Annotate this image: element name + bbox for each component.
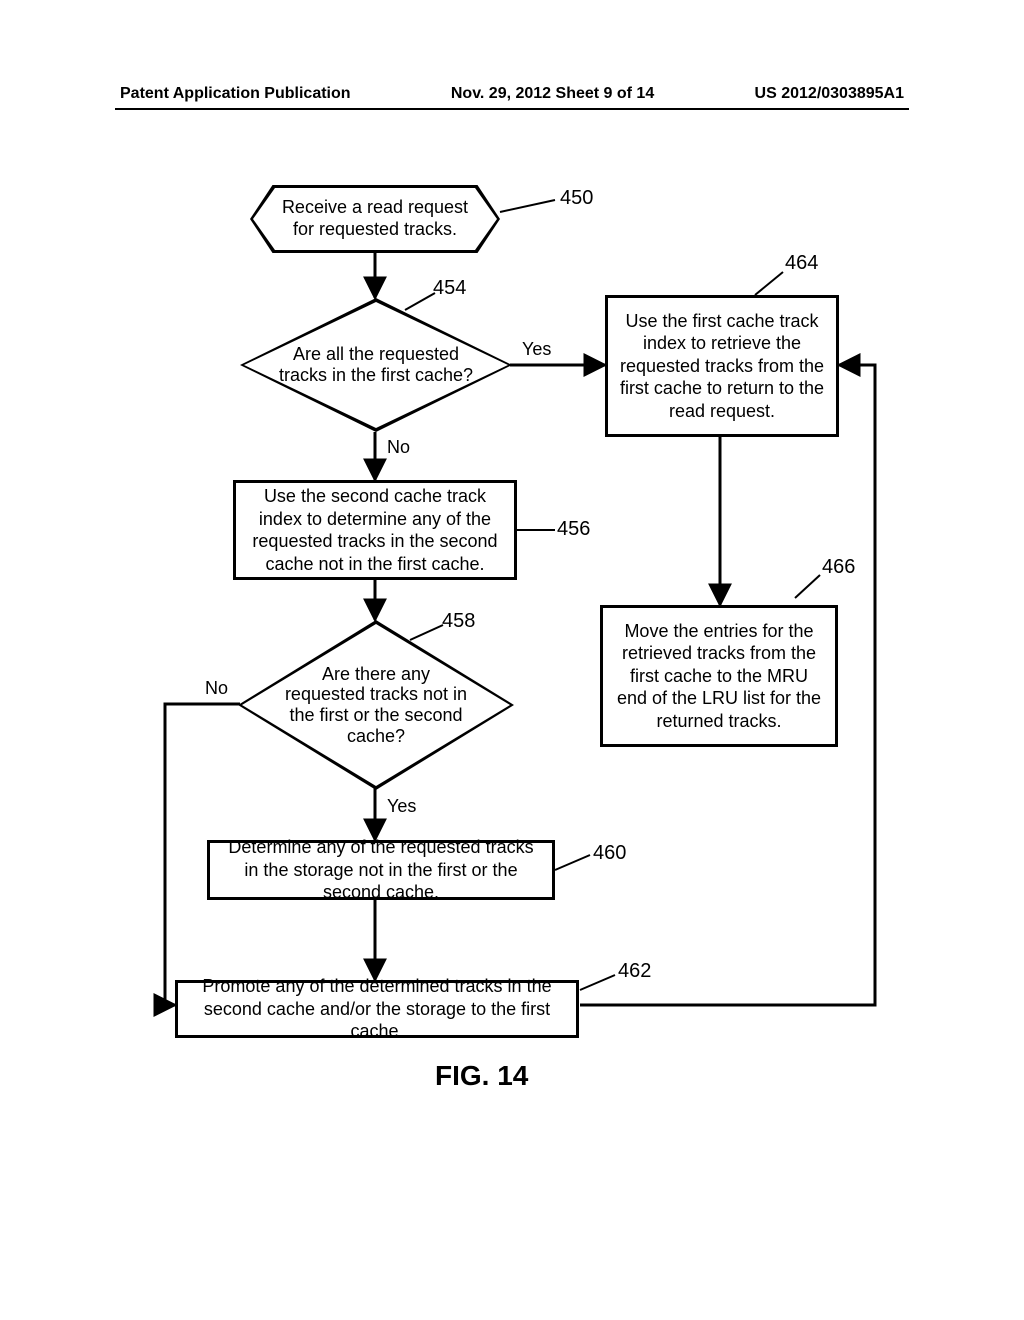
process-462-text: Promote any of the determined tracks in … [188,975,566,1043]
ref-460: 460 [593,842,626,865]
decision-first-cache: Are all the requested tracks in the firs… [240,298,512,432]
start-label: Receive a read request for requested tra… [253,188,497,250]
decision-454-text: Are all the requested tracks in the firs… [240,298,512,432]
process-determine-storage: Determine any of the requested tracks in… [207,840,555,900]
ref-458: 458 [442,610,475,633]
process-460-text: Determine any of the requested tracks in… [220,836,542,904]
header-rule [115,108,909,110]
header-left: Patent Application Publication [120,85,351,103]
ref-454: 454 [433,277,466,300]
process-move-mru: Move the entries for the retrieved track… [600,605,838,747]
header-center: Nov. 29, 2012 Sheet 9 of 14 [451,85,654,103]
ref-450: 450 [560,187,593,210]
edge-458-no: No [205,678,228,699]
figure-caption: FIG. 14 [435,1060,528,1092]
start-node: Receive a read request for requested tra… [250,185,500,253]
page-header: Patent Application Publication Nov. 29, … [120,85,904,103]
process-second-cache-index: Use the second cache track index to dete… [233,480,517,580]
ref-464: 464 [785,252,818,275]
decision-458-text: Are there any requested tracks not in th… [238,620,514,790]
edge-454-no: No [387,437,410,458]
edge-458-yes: Yes [387,796,416,817]
header-right: US 2012/0303895A1 [755,85,904,103]
edge-454-yes: Yes [522,339,551,360]
process-466-text: Move the entries for the retrieved track… [613,620,825,733]
decision-any-not-in-caches: Are there any requested tracks not in th… [238,620,514,790]
process-promote-to-first: Promote any of the determined tracks in … [175,980,579,1038]
ref-466: 466 [822,556,855,579]
process-464-text: Use the first cache track index to retri… [618,310,826,423]
process-use-first-cache: Use the first cache track index to retri… [605,295,839,437]
process-456-text: Use the second cache track index to dete… [246,485,504,575]
ref-462: 462 [618,960,651,983]
flowchart: Receive a read request for requested tra… [115,180,905,1150]
ref-456: 456 [557,518,590,541]
